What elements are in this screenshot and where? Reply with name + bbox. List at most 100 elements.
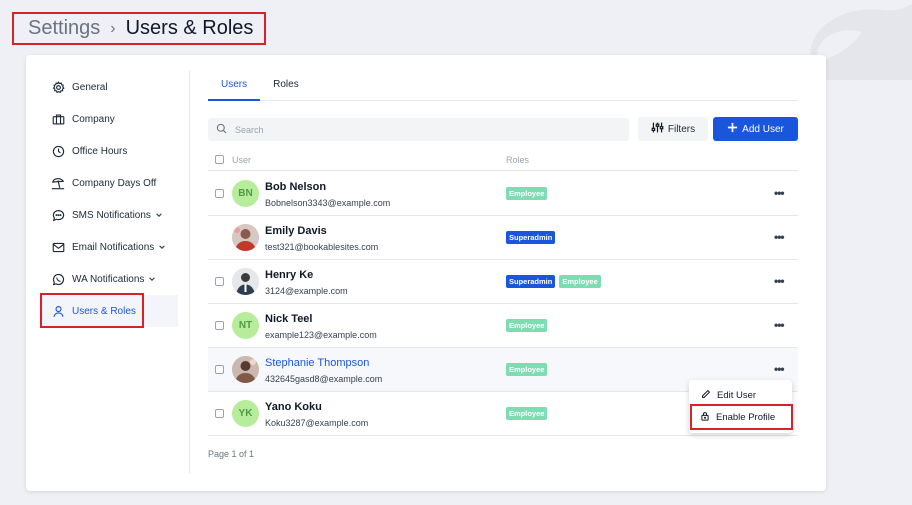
select-all-checkbox[interactable] bbox=[215, 155, 224, 164]
chevron-down-icon bbox=[155, 211, 163, 219]
sidebar-item-label: Users & Roles bbox=[72, 305, 136, 317]
breadcrumb: Settings › Users & Roles bbox=[12, 12, 266, 45]
avatar: BN bbox=[232, 180, 259, 207]
table-row[interactable]: Henry Ke 3124@example.com Superadmin Emp… bbox=[208, 260, 798, 304]
sidebar-item-label: Email Notifications bbox=[72, 241, 155, 253]
role-badge-employee: Employee bbox=[506, 407, 548, 420]
role-badges: Superadmin bbox=[506, 231, 556, 244]
filters-label: Filters bbox=[667, 123, 696, 135]
row-checkbox[interactable] bbox=[215, 365, 224, 374]
sidebar-item-office-hours[interactable]: Office Hours bbox=[40, 135, 190, 167]
table-row[interactable]: NT Nick Teel example123@example.com Empl… bbox=[208, 304, 798, 348]
page-title: Users & Roles bbox=[125, 17, 254, 39]
role-badge-superadmin: Superadmin bbox=[506, 231, 556, 244]
user-name[interactable]: Yano Koku bbox=[265, 401, 322, 413]
clock-icon bbox=[50, 143, 66, 159]
plus-icon bbox=[727, 122, 738, 136]
role-badges: Employee bbox=[506, 407, 548, 420]
filters-button[interactable]: Filters bbox=[638, 117, 708, 141]
row-checkbox[interactable] bbox=[215, 321, 224, 330]
chat-bubble-icon bbox=[50, 207, 66, 223]
tab-roles[interactable]: Roles bbox=[260, 71, 312, 101]
user-email: example123@example.com bbox=[265, 330, 377, 340]
role-badges: Employee bbox=[506, 363, 548, 376]
column-header-roles: Roles bbox=[506, 154, 530, 165]
user-name[interactable]: Nick Teel bbox=[265, 313, 313, 325]
table-header: User Roles bbox=[208, 149, 798, 171]
add-user-button[interactable]: Add User bbox=[713, 117, 798, 141]
envelope-icon bbox=[50, 239, 66, 255]
role-badge-superadmin: Superadmin bbox=[506, 275, 556, 288]
user-email: test321@bookablesites.com bbox=[265, 242, 379, 252]
role-badge-employee: Employee bbox=[506, 363, 548, 376]
table-row[interactable]: BN Bob Nelson Bobnelson3343@example.com … bbox=[208, 172, 798, 216]
pencil-icon bbox=[701, 389, 711, 402]
enable-profile-label: Enable Profile bbox=[716, 411, 776, 423]
sidebar-item-sms-notifications[interactable]: SMS Notifications bbox=[40, 199, 190, 231]
edit-user-menu-item[interactable]: Edit User bbox=[689, 384, 792, 406]
row-context-menu: Edit User Enable Profile bbox=[689, 380, 793, 433]
sidebar-item-email-notifications[interactable]: Email Notifications bbox=[40, 231, 190, 263]
user-email: 3124@example.com bbox=[265, 286, 348, 296]
sidebar-item-company-days-off[interactable]: Company Days Off bbox=[40, 167, 190, 199]
sidebar-item-label: Company Days Off bbox=[72, 177, 157, 189]
gear-icon bbox=[50, 79, 66, 95]
role-badge-employee: Employee bbox=[559, 275, 601, 288]
search-icon bbox=[216, 121, 227, 139]
add-user-label: Add User bbox=[742, 123, 784, 135]
sidebar-item-label: SMS Notifications bbox=[72, 209, 151, 221]
search-input[interactable] bbox=[235, 124, 615, 135]
briefcase-icon bbox=[50, 111, 66, 127]
table-row[interactable]: Emily Davis test321@bookablesites.com Su… bbox=[208, 216, 798, 260]
user-email: Bobnelson3343@example.com bbox=[265, 198, 391, 208]
user-name[interactable]: Stephanie Thompson bbox=[265, 357, 369, 369]
edit-user-label: Edit User bbox=[717, 389, 757, 401]
more-actions-button[interactable]: ••• bbox=[774, 230, 785, 244]
tab-users[interactable]: Users bbox=[208, 71, 261, 101]
sidebar-item-general[interactable]: General bbox=[40, 71, 190, 103]
row-checkbox[interactable] bbox=[215, 277, 224, 286]
sidebar-item-users-roles[interactable]: Users & Roles bbox=[40, 295, 178, 327]
tab-bar: Users Roles bbox=[208, 71, 798, 101]
row-checkbox[interactable] bbox=[215, 409, 224, 418]
more-actions-button[interactable]: ••• bbox=[774, 318, 785, 332]
sidebar-item-label: Office Hours bbox=[72, 145, 128, 157]
user-name[interactable]: Emily Davis bbox=[265, 225, 327, 237]
user-icon bbox=[50, 303, 66, 319]
chevron-down-icon bbox=[148, 275, 156, 283]
search-box bbox=[208, 118, 629, 141]
role-badge-employee: Employee bbox=[506, 187, 548, 200]
avatar: YK bbox=[232, 400, 259, 427]
column-header-user: User bbox=[232, 154, 252, 165]
chevron-down-icon bbox=[158, 243, 166, 251]
lock-icon bbox=[700, 411, 710, 424]
breadcrumb-settings-link[interactable]: Settings bbox=[28, 17, 100, 40]
role-badges: Superadmin Employee bbox=[506, 275, 601, 288]
user-email: Koku3287@example.com bbox=[265, 418, 369, 428]
sidebar-item-label: General bbox=[72, 81, 108, 93]
avatar: NT bbox=[232, 312, 259, 339]
user-name[interactable]: Henry Ke bbox=[265, 269, 313, 281]
user-name[interactable]: Bob Nelson bbox=[265, 181, 326, 193]
user-email: 432645gasd8@example.com bbox=[265, 374, 383, 384]
enable-profile-menu-item[interactable]: Enable Profile bbox=[690, 404, 793, 430]
sidebar-item-company[interactable]: Company bbox=[40, 103, 190, 135]
role-badges: Employee bbox=[506, 187, 548, 200]
breadcrumb-separator: › bbox=[110, 19, 116, 37]
role-badge-employee: Employee bbox=[506, 319, 548, 332]
more-actions-button[interactable]: ••• bbox=[774, 186, 785, 200]
more-actions-button[interactable]: ••• bbox=[774, 274, 785, 288]
avatar bbox=[232, 356, 259, 383]
sidebar-item-wa-notifications[interactable]: WA Notifications bbox=[40, 263, 190, 295]
sidebar-divider bbox=[189, 71, 190, 473]
more-actions-button[interactable]: ••• bbox=[774, 362, 785, 376]
sidebar-item-label: WA Notifications bbox=[72, 273, 145, 285]
beach-umbrella-icon bbox=[50, 175, 66, 191]
pagination-info: Page 1 of 1 bbox=[208, 449, 255, 459]
role-badges: Employee bbox=[506, 319, 548, 332]
whatsapp-icon bbox=[50, 271, 66, 287]
avatar bbox=[232, 268, 259, 295]
row-checkbox[interactable] bbox=[215, 189, 224, 198]
sidebar-item-label: Company bbox=[72, 113, 115, 125]
sliders-icon bbox=[651, 121, 664, 137]
